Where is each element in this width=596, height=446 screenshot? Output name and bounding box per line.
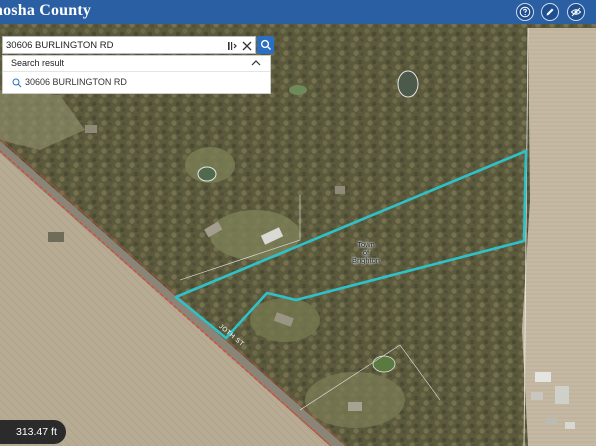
- layers-toggle-button[interactable]: [567, 3, 585, 21]
- search-icon: [12, 78, 22, 88]
- farm-field-east: [522, 28, 596, 446]
- results-header-label: Search result: [11, 58, 65, 68]
- building: [335, 186, 345, 194]
- scale-text: 313.47 ft: [16, 426, 57, 438]
- source-selector-button[interactable]: [225, 39, 239, 53]
- search-input[interactable]: [6, 38, 216, 53]
- list-source-icon: [228, 42, 237, 50]
- pond: [397, 70, 419, 98]
- app-title: nosha County: [0, 2, 92, 19]
- search-result-label: 30606 BURLINGTON RD: [25, 77, 127, 87]
- chevron-up-icon: [251, 60, 261, 66]
- help-button[interactable]: [516, 3, 534, 21]
- search-box: [2, 36, 256, 54]
- scale-bar: 313.47 ft: [0, 420, 66, 444]
- building: [85, 125, 97, 133]
- pond: [197, 166, 217, 182]
- clearing: [305, 372, 405, 428]
- pencil-icon: [546, 8, 554, 16]
- results-header[interactable]: Search result: [3, 56, 270, 72]
- header-bar: nosha County: [0, 0, 596, 24]
- search-widget: Search result 30606 BURLINGTON RD: [2, 36, 274, 96]
- pond: [289, 85, 307, 95]
- edit-button[interactable]: [541, 3, 559, 21]
- town-label: Town of Brighton: [352, 240, 380, 265]
- building: [545, 418, 557, 424]
- building: [565, 422, 575, 429]
- search-result-item[interactable]: 30606 BURLINGTON RD: [3, 74, 270, 92]
- pond: [372, 355, 396, 373]
- building: [555, 386, 569, 404]
- building: [348, 402, 362, 411]
- building: [531, 392, 543, 400]
- clearing: [210, 210, 300, 260]
- search-icon: [260, 39, 272, 51]
- building: [48, 232, 64, 242]
- clear-search-button[interactable]: [240, 39, 254, 53]
- building: [535, 372, 551, 382]
- close-icon: [242, 41, 252, 51]
- question-icon: [519, 6, 531, 18]
- layers-toggle-icon: [570, 7, 582, 17]
- search-button[interactable]: [257, 36, 274, 54]
- search-results-panel: Search result 30606 BURLINGTON RD: [2, 55, 271, 94]
